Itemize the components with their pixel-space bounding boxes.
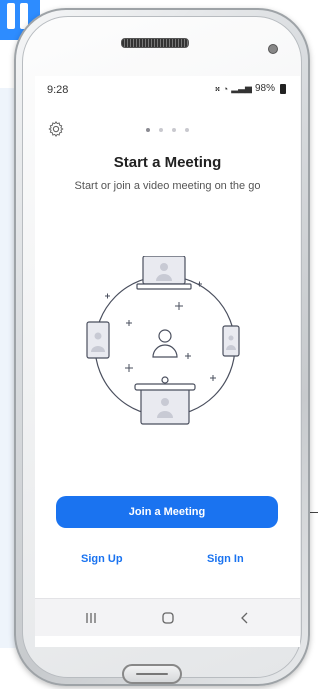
- page-indicator: [146, 128, 189, 132]
- back-icon[interactable]: [233, 608, 257, 628]
- status-bar: 9:28 𝄪 ◔ ▂▃▅ 98%: [35, 76, 300, 102]
- front-camera: [268, 44, 278, 54]
- home-icon[interactable]: [156, 608, 180, 628]
- page-dot: [146, 128, 150, 132]
- recent-apps-icon[interactable]: [79, 608, 103, 628]
- phone-screen: 9:28 𝄪 ◔ ▂▃▅ 98% Start a Meeting Start o…: [35, 76, 300, 647]
- gear-icon[interactable]: [47, 120, 65, 138]
- meeting-illustration: [86, 256, 240, 425]
- page-dot: [172, 128, 176, 132]
- wifi-icon: ◔: [222, 83, 229, 94]
- page-dot: [185, 128, 189, 132]
- status-indicators: 𝄪 ◔ ▂▃▅ 98%: [215, 83, 286, 94]
- signal-icon: ▂▃▅: [231, 83, 252, 93]
- battery-icon: [280, 83, 286, 94]
- status-time: 9:28: [47, 84, 69, 96]
- battery-percent: 98%: [254, 83, 275, 94]
- join-meeting-button[interactable]: Join a Meeting: [56, 496, 278, 528]
- android-nav-bar: [35, 598, 300, 636]
- page-dot: [159, 128, 163, 132]
- sign-in-link[interactable]: Sign In: [207, 553, 244, 565]
- page-title: Start a Meeting: [113, 154, 222, 171]
- mute-icon: 𝄪: [215, 83, 220, 94]
- earpiece-speaker: [121, 38, 189, 48]
- physical-home-button[interactable]: [122, 664, 182, 684]
- page-subtitle: Start or join a video meeting on the go: [74, 180, 261, 192]
- sign-up-link[interactable]: Sign Up: [81, 553, 123, 565]
